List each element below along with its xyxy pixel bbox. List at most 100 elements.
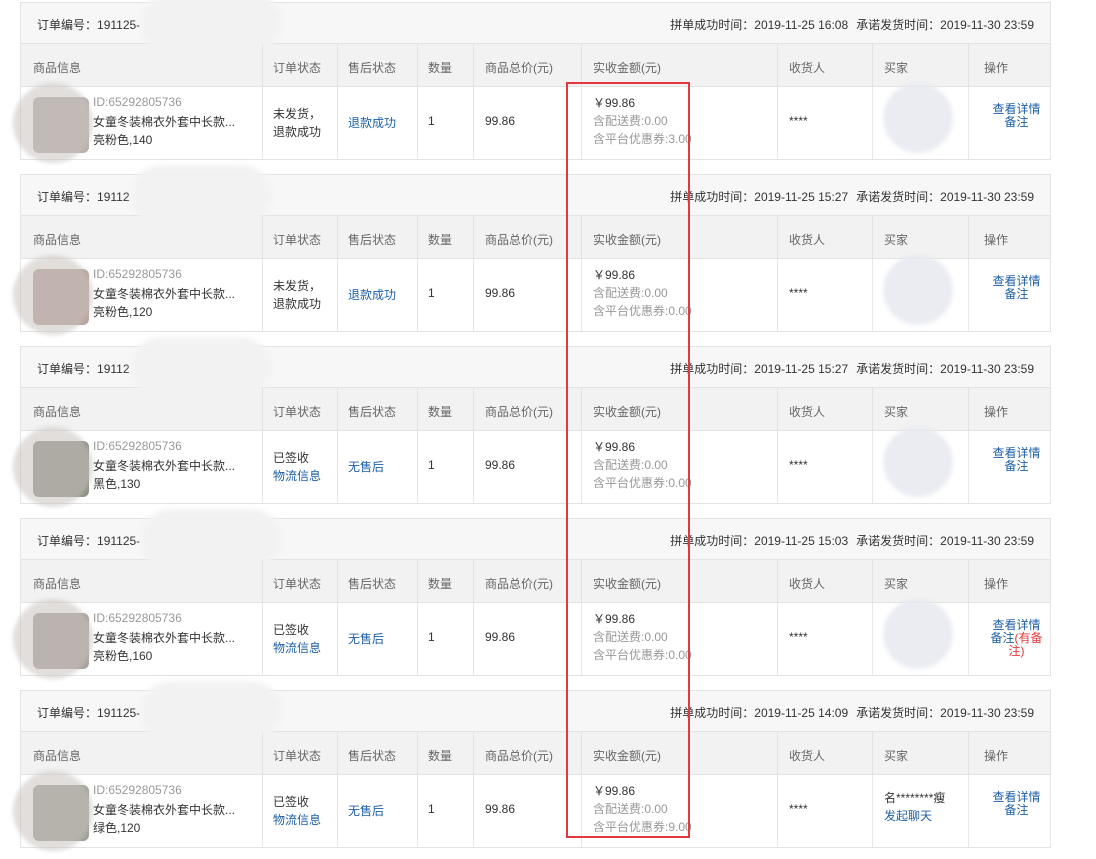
product-title[interactable]: 女童冬装棉衣外套中长款... [93,629,235,646]
aftersale-status[interactable]: 退款成功 [348,286,396,303]
cell-divider [417,775,418,847]
column-divider [968,216,969,258]
aftersale-status[interactable]: 无售后 [348,458,384,475]
thumbnail-redacted [13,255,93,335]
column-divider [337,732,338,774]
product-title[interactable]: 女童冬装棉衣外套中长款... [93,113,235,130]
aftersale-status[interactable]: 无售后 [348,630,384,647]
column-divider [777,388,778,430]
cell-divider [872,603,873,675]
order-header: 订单编号：19112 拼单成功时间：2019-11-25 15:27 承诺发货时间… [21,337,1050,397]
product-id: ID:65292805736 [93,611,182,625]
order-times: 拼单成功时间：2019-11-25 15:27 承诺发货时间：2019-11-30… [670,188,1034,205]
cell-divider [777,775,778,847]
column-divider [581,216,582,258]
cell-divider [968,259,969,331]
cell-divider [262,603,263,675]
column-divider [872,388,873,430]
column-header: 操作 [984,577,1009,591]
thumbnail-redacted [13,771,93,851]
column-divider [337,560,338,602]
total-price: 99.86 [485,630,516,644]
order-status-main: 已签收 [273,623,310,637]
column-divider [968,560,969,602]
cell-divider [337,431,338,503]
aftersale-status[interactable]: 退款成功 [348,114,396,131]
column-header: 收货人 [789,405,826,419]
column-header: 实收金额(元) [593,577,661,591]
column-header: 操作 [984,749,1009,763]
column-header: 收货人 [789,577,826,591]
note-link[interactable]: 备注 [1004,803,1028,817]
view-details-link[interactable]: 查看详情 [992,102,1040,116]
column-header: 数量 [428,61,453,75]
column-header: 订单状态 [273,749,322,763]
column-divider [337,216,338,258]
column-header: 商品信息 [33,749,82,763]
column-divider [262,44,263,86]
column-divider [872,44,873,86]
order-status-main: 已签收 [273,451,310,465]
column-header: 商品信息 [33,61,82,75]
shipping-fee: 含配送费:0.00 [593,630,668,644]
order-number-value: 19112 [97,190,130,204]
ship-time-label: 承诺发货时间： [856,190,941,204]
column-header: 买家 [884,405,909,419]
column-divider [262,216,263,258]
column-header: 商品总价(元) [485,61,553,75]
group-time-label: 拼单成功时间： [670,362,755,376]
note-link[interactable]: 备注 [990,631,1014,645]
order-card: 订单编号：19112 拼单成功时间：2019-11-25 15:27 承诺发货时间… [13,165,1051,335]
column-divider [337,388,338,430]
order-number-label: 订单编号： [37,190,98,204]
column-header: 收货人 [789,749,826,763]
platform-coupon: 含平台优惠券:0.00 [593,476,692,490]
shipping-fee: 含配送费:0.00 [593,114,668,128]
order-header: 订单编号：191125- 拼单成功时间：2019-11-25 15:03 承诺发货… [21,509,1050,569]
column-divider [968,44,969,86]
operations: 查看详情 备注 [984,275,1049,301]
thumbnail-redacted [13,599,93,679]
note-link[interactable]: 备注 [1004,459,1028,473]
product-title[interactable]: 女童冬装棉衣外套中长款... [93,457,235,474]
column-header: 商品总价(元) [485,233,553,247]
column-header: 收货人 [789,233,826,247]
logistics-link[interactable]: 物流信息 [273,813,321,827]
receiver: **** [789,114,808,128]
column-header: 订单状态 [273,61,322,75]
logistics-link[interactable]: 物流信息 [273,469,321,483]
cell-divider [777,431,778,503]
note-link[interactable]: 备注 [1004,115,1028,129]
cell-divider [262,431,263,503]
view-details-link[interactable]: 查看详情 [992,618,1040,632]
order-number-value: 191125- [97,706,141,720]
group-time-value: 2019-11-25 16:08 [754,18,849,32]
column-divider [581,44,582,86]
aftersale-status[interactable]: 无售后 [348,802,384,819]
cell-divider [581,431,582,503]
order-card: 订单编号：191125- 拼单成功时间：2019-11-25 14:09 承诺发货… [13,681,1051,851]
column-header: 商品信息 [33,405,82,419]
product-spec: 黑色,130 [93,477,141,491]
note-link[interactable]: 备注 [1004,287,1028,301]
total-price: 99.86 [485,458,516,472]
column-header: 实收金额(元) [593,405,661,419]
product-title[interactable]: 女童冬装棉衣外套中长款... [93,285,235,302]
column-header: 售后状态 [348,233,397,247]
column-header: 买家 [884,61,909,75]
view-details-link[interactable]: 查看详情 [992,790,1040,804]
column-divider [473,44,474,86]
paid-amount-value: ￥99.86 [593,96,636,110]
order-number-value: 19112 [97,362,130,376]
view-details-link[interactable]: 查看详情 [992,274,1040,288]
column-header: 订单状态 [273,405,322,419]
logistics-link[interactable]: 物流信息 [273,641,321,655]
cell-divider [581,775,582,847]
order-number-label: 订单编号： [37,534,98,548]
product-title[interactable]: 女童冬装棉衣外套中长款... [93,801,235,818]
start-chat-link[interactable]: 发起聊天 [884,809,932,823]
group-time-value: 2019-11-25 15:03 [754,534,849,548]
column-header: 商品信息 [33,233,82,247]
view-details-link[interactable]: 查看详情 [992,446,1040,460]
paid-amount: ￥99.86 含配送费:0.00 含平台优惠券:9.00 [593,782,692,836]
